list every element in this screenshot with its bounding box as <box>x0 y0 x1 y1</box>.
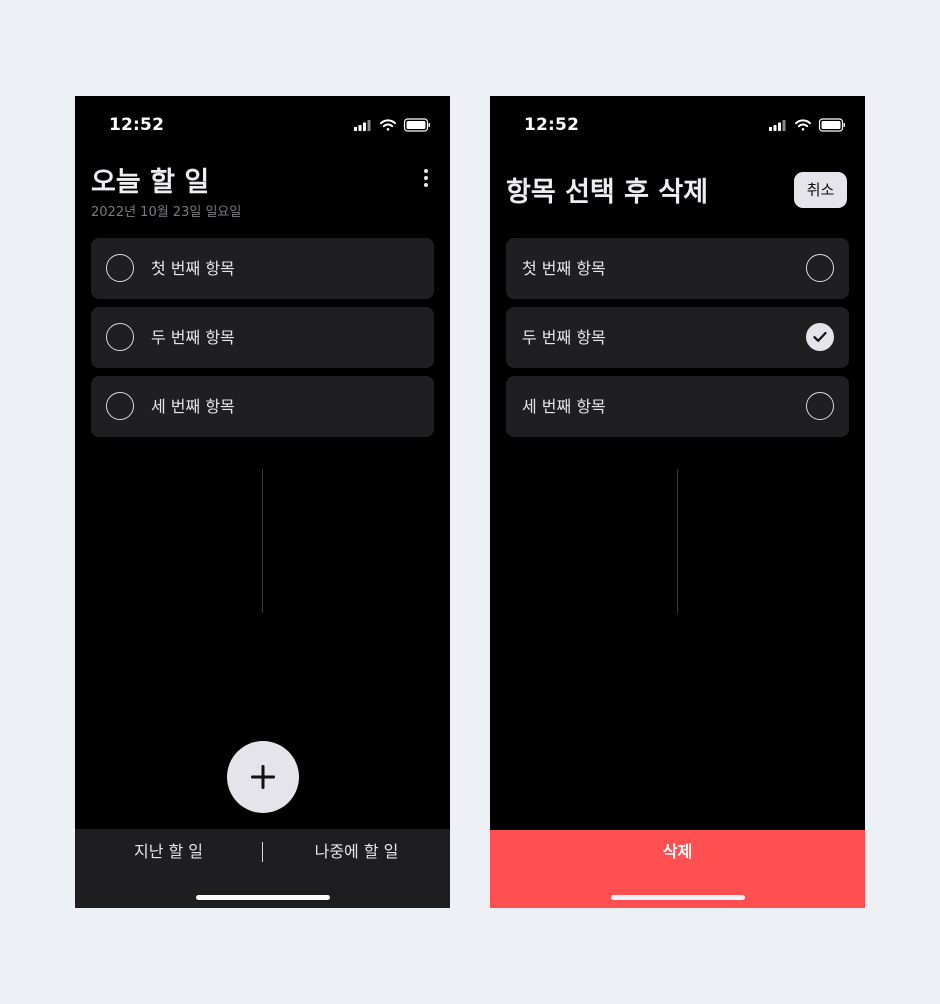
status-time: 12:52 <box>109 115 165 135</box>
center-divider-line <box>262 469 263 613</box>
task-item-label: 세 번째 항목 <box>151 397 235 416</box>
select-delete-screen: 12:52 항목 선택 후 삭제 취소 첫 번째 항목 두 번째 항목 세 번째… <box>490 96 865 908</box>
checked-circle-icon[interactable] <box>806 323 834 351</box>
task-item[interactable]: 세 번째 항목 <box>506 376 849 437</box>
battery-icon <box>403 118 430 132</box>
task-item[interactable]: 두 번째 항목 <box>91 307 434 368</box>
selectable-task-list: 첫 번째 항목 두 번째 항목 세 번째 항목 <box>506 238 849 445</box>
today-tasks-screen: 12:52 오늘 할 일 2022년 10월 23일 일요일 첫 번째 항목 두… <box>75 96 450 908</box>
more-vertical-icon[interactable] <box>414 166 438 190</box>
page-title: 항목 선택 후 삭제 <box>506 177 709 208</box>
signal-icon <box>769 120 786 131</box>
checkmark-icon <box>813 331 827 342</box>
select-circle-icon[interactable] <box>806 254 834 282</box>
task-item-label: 첫 번째 항목 <box>522 259 606 278</box>
delete-button-label: 삭제 <box>662 842 693 861</box>
signal-icon <box>354 120 371 131</box>
task-item-label: 두 번째 항목 <box>151 328 235 347</box>
task-item-label: 두 번째 항목 <box>522 328 606 347</box>
home-indicator[interactable] <box>196 895 330 900</box>
select-circle-icon[interactable] <box>806 392 834 420</box>
checkbox-circle-icon[interactable] <box>106 323 134 351</box>
wifi-icon <box>380 119 396 131</box>
task-item[interactable]: 두 번째 항목 <box>506 307 849 368</box>
task-item[interactable]: 첫 번째 항목 <box>91 238 434 299</box>
page-title: 오늘 할 일 <box>91 167 210 198</box>
task-item[interactable]: 세 번째 항목 <box>91 376 434 437</box>
checkbox-circle-icon[interactable] <box>106 254 134 282</box>
add-task-button[interactable] <box>227 741 299 813</box>
task-item[interactable]: 첫 번째 항목 <box>506 238 849 299</box>
checkbox-circle-icon[interactable] <box>106 392 134 420</box>
home-indicator[interactable] <box>611 895 745 900</box>
tab-later-tasks[interactable]: 나중에 할 일 <box>263 829 450 875</box>
task-list: 첫 번째 항목 두 번째 항목 세 번째 항목 <box>91 238 434 445</box>
status-time: 12:52 <box>524 115 580 135</box>
plus-icon <box>251 765 275 789</box>
battery-icon <box>818 118 845 132</box>
page-date: 2022년 10월 23일 일요일 <box>91 205 242 220</box>
task-item-label: 세 번째 항목 <box>522 397 606 416</box>
cancel-button[interactable]: 취소 <box>794 172 847 208</box>
status-icons <box>769 118 845 132</box>
task-item-label: 첫 번째 항목 <box>151 259 235 278</box>
tab-past-tasks[interactable]: 지난 할 일 <box>75 829 262 875</box>
center-divider-line <box>677 469 678 613</box>
wifi-icon <box>795 119 811 131</box>
status-icons <box>354 118 430 132</box>
